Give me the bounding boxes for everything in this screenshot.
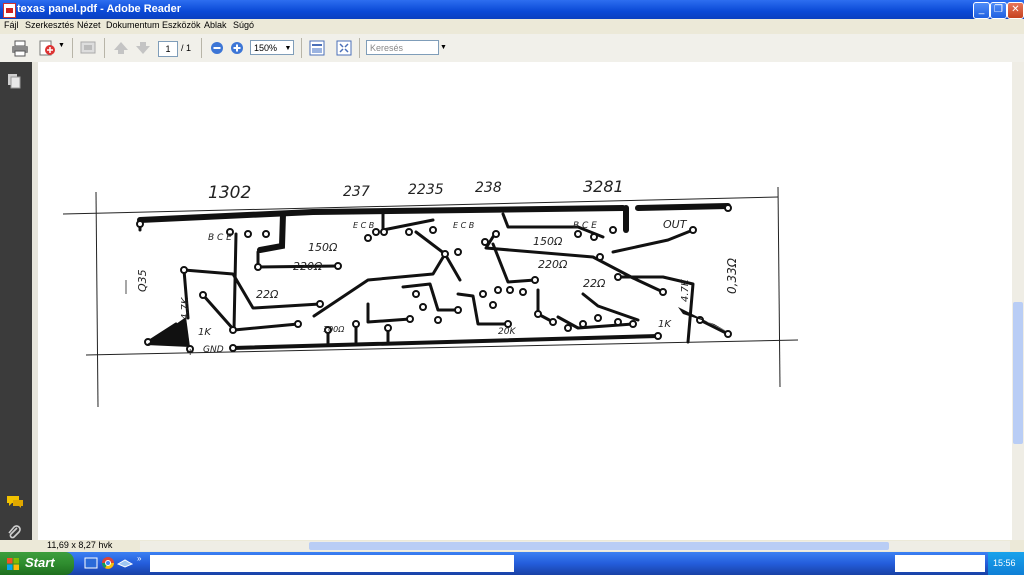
toolbar-separator <box>104 38 105 58</box>
label-r22b: 22Ω <box>583 277 606 290</box>
search-dropdown-icon[interactable]: ▼ <box>440 44 447 51</box>
menu-file[interactable]: Fájl <box>4 20 19 30</box>
title-bar: texas panel.pdf - Adobe Reader _ ❐ ✕ <box>0 0 1024 19</box>
label-transistor-3: 2235 <box>408 182 444 198</box>
power-pad-right <box>678 307 728 332</box>
menu-edit[interactable]: Szerkesztés <box>25 20 74 30</box>
menu-document[interactable]: Dokumentum <box>106 20 160 30</box>
label-k1b: 1K <box>658 319 672 330</box>
label-bce-1: B C E <box>208 233 232 243</box>
menu-bar: Fájl Szerkesztés Nézet Dokumentum Eszköz… <box>0 19 1024 34</box>
next-page-icon[interactable] <box>134 39 152 57</box>
label-transistor-5: 3281 <box>583 177 624 196</box>
chevron-down-icon: ▼ <box>284 45 292 52</box>
toolbar-separator <box>201 38 202 58</box>
zoom-select[interactable]: 150% ▼ <box>250 40 294 55</box>
show-desktop-icon[interactable] <box>84 556 98 570</box>
more-icon[interactable]: » <box>137 554 141 563</box>
toolbar-separator <box>301 38 302 58</box>
zoom-in-icon[interactable] <box>230 41 244 55</box>
quick-launch-icon[interactable] <box>117 556 133 570</box>
clock[interactable]: 15:56 <box>993 558 1016 568</box>
toolbar-separator <box>72 38 73 58</box>
start-label: Start <box>25 555 55 570</box>
pdf-app-icon <box>3 3 16 18</box>
windows-logo-icon <box>7 558 19 570</box>
label-left-vertical: Q35 <box>136 269 149 292</box>
circuit-drawing: 1302 237 2235 238 3281 OUT B C E E C B E… <box>62 177 799 408</box>
page-number-input[interactable]: 1 <box>158 41 178 57</box>
search-input[interactable]: Keresés <box>366 40 439 55</box>
print-icon[interactable] <box>11 39 29 57</box>
taskbar-button-reader[interactable] <box>150 555 514 572</box>
start-button[interactable]: Start <box>0 552 74 575</box>
label-r22a: 22Ω <box>256 288 279 301</box>
vertical-scrollbar[interactable] <box>1012 62 1024 540</box>
label-transistor-4: 238 <box>475 180 502 196</box>
label-r20k: 20K <box>498 327 516 337</box>
label-out: OUT <box>663 218 688 231</box>
horizontal-scrollbar-thumb[interactable] <box>309 542 889 550</box>
label-r150b: 150Ω <box>533 235 563 248</box>
page-total: / 1 <box>181 43 192 53</box>
label-gnd: GND <box>203 345 224 355</box>
taskbar-button-2[interactable] <box>895 555 985 572</box>
menu-tools[interactable]: Eszközök <box>162 20 201 30</box>
menu-window[interactable]: Ablak <box>204 20 227 30</box>
label-k1a: 1K <box>198 327 212 338</box>
label-transistor-2: 237 <box>343 184 370 200</box>
attachments-icon[interactable] <box>7 524 21 540</box>
menu-view[interactable]: Nézet <box>77 20 101 30</box>
search-placeholder: Keresés <box>370 43 404 53</box>
fit-width-icon[interactable] <box>308 39 326 57</box>
label-transistor-1: 1302 <box>208 183 251 203</box>
taskbar: » <box>0 552 1024 575</box>
label-ecb-3: E C B <box>453 221 474 230</box>
previous-page-icon[interactable] <box>112 39 130 57</box>
toolbar: ▼ 1 / 1 150% ▼ Keresés ▼ <box>0 34 1024 63</box>
label-right-vertical: 0,33Ω <box>725 257 739 294</box>
label-ecb-2: E C B <box>353 221 374 230</box>
label-r150a: 150Ω <box>308 241 338 254</box>
fit-page-icon[interactable] <box>335 39 353 57</box>
system-tray: 15:56 <box>988 552 1024 575</box>
maximize-button[interactable]: ❐ <box>990 2 1007 19</box>
trace-power-rail-right <box>635 203 731 211</box>
trace-bottom-rail <box>231 334 660 350</box>
label-r47b: 4.7K <box>680 278 691 302</box>
label-bce-4: B C E <box>573 221 597 231</box>
close-button[interactable]: ✕ <box>1007 2 1024 19</box>
share-dropdown-icon[interactable]: ▼ <box>58 42 65 49</box>
power-pad-left <box>146 317 190 347</box>
page-size-label: 11,69 x 8,27 hvk <box>47 540 113 550</box>
share-icon[interactable] <box>38 39 56 57</box>
document-view[interactable]: 1302 237 2235 238 3281 OUT B C E E C B E… <box>38 62 1012 540</box>
label-plus: + <box>186 347 194 358</box>
zoom-out-icon[interactable] <box>210 41 224 55</box>
window-title: texas panel.pdf - Adobe Reader <box>17 3 182 15</box>
label-r220a: 220Ω <box>293 260 323 273</box>
chrome-icon[interactable] <box>101 556 115 570</box>
vertical-scrollbar-thumb[interactable] <box>1013 302 1023 444</box>
comments-icon[interactable] <box>6 495 24 509</box>
hand-tool-icon[interactable] <box>79 39 97 57</box>
minimize-button[interactable]: _ <box>973 2 990 19</box>
label-r47a: 4.7K <box>180 296 191 320</box>
menu-help[interactable]: Súgó <box>233 20 254 30</box>
toolbar-separator <box>359 38 360 58</box>
navigation-panel <box>0 62 32 540</box>
board-outline-left <box>95 191 99 408</box>
label-r100: 100Ω <box>323 325 345 334</box>
label-r220b: 220Ω <box>538 258 568 271</box>
board-outline-right <box>777 186 781 388</box>
pages-icon[interactable] <box>7 73 21 89</box>
zoom-value: 150% <box>254 43 278 53</box>
